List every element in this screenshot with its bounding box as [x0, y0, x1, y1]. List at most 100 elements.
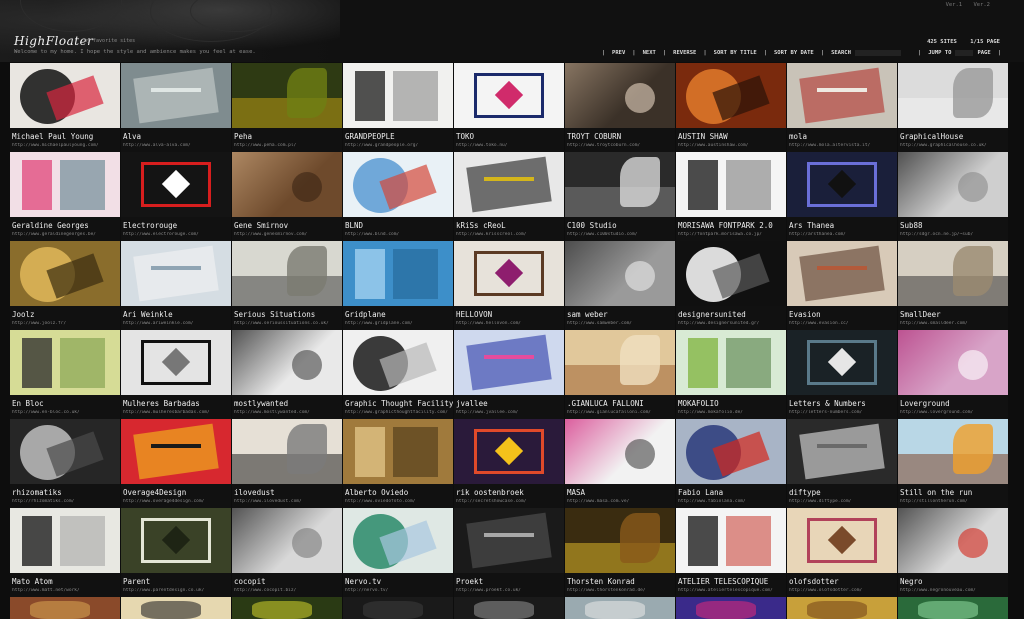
site-name[interactable]: TROYT COBURN — [567, 132, 675, 141]
site-name[interactable]: MORISAWA FONTPARK 2.0 — [678, 221, 786, 230]
site-card[interactable] — [232, 597, 342, 619]
site-thumbnail[interactable] — [454, 597, 564, 619]
site-url[interactable]: http://stillontherun.com/ — [900, 499, 1008, 504]
site-thumbnail[interactable] — [676, 508, 786, 573]
site-thumbnail[interactable] — [343, 597, 453, 619]
site-url[interactable]: http://www.en-bloc.co.uk/ — [12, 410, 120, 415]
site-url[interactable]: http://www.peha.com.pl/ — [234, 143, 342, 148]
site-url[interactable]: http://www.samweber.com/ — [567, 321, 675, 326]
site-name[interactable]: En Bloc — [12, 399, 120, 408]
site-name[interactable]: Evasion — [789, 310, 897, 319]
site-url[interactable]: http://www.matt.net/work/ — [12, 588, 120, 593]
site-name[interactable]: Thorsten Konrad — [567, 577, 675, 586]
site-thumbnail[interactable] — [10, 241, 120, 306]
site-thumbnail[interactable] — [232, 63, 342, 128]
site-name[interactable]: rik oostenbroek — [456, 488, 564, 497]
site-thumbnail[interactable] — [787, 330, 897, 395]
site-thumbnail[interactable] — [787, 597, 897, 619]
site-url[interactable]: http://www.overage4design.com/ — [123, 499, 231, 504]
site-url[interactable]: http://letters-numbers.com/ — [789, 410, 897, 415]
site-thumbnail[interactable] — [121, 152, 231, 217]
site-name[interactable]: Joolz — [12, 310, 120, 319]
site-card[interactable]: ATELIER TELESCOPIQUE http://www.atelierte… — [676, 508, 786, 597]
site-name[interactable]: Graphic Thought Facility — [345, 399, 453, 408]
site-url[interactable]: http://www.mola.altervista.it/ — [789, 143, 897, 148]
site-card[interactable]: rhizomatiks http://rhizomatiks.com/ — [10, 419, 120, 508]
jump-to-page-input[interactable] — [955, 50, 974, 56]
site-name[interactable]: Ars Thanea — [789, 221, 897, 230]
site-thumbnail[interactable] — [898, 508, 1008, 573]
site-url[interactable]: http://www.mokafolio.de/ — [678, 410, 786, 415]
site-thumbnail[interactable] — [121, 330, 231, 395]
site-thumbnail[interactable] — [676, 152, 786, 217]
site-url[interactable]: http://www.ariweinkle.com/ — [123, 321, 231, 326]
site-name[interactable]: Peha — [234, 132, 342, 141]
site-thumbnail[interactable] — [343, 63, 453, 128]
sort-by-date-button[interactable]: SORT BY DATE — [774, 50, 814, 56]
site-name[interactable]: MASA — [567, 488, 675, 497]
site-card[interactable] — [343, 597, 453, 619]
site-url[interactable]: http://www.gianlucafalloni.com/ — [567, 410, 675, 415]
site-thumbnail[interactable] — [232, 597, 342, 619]
site-name[interactable]: Alberto Oviedo — [345, 488, 453, 497]
site-url[interactable]: http://www.austinshaw.com/ — [678, 143, 786, 148]
site-thumbnail[interactable] — [565, 597, 675, 619]
site-card[interactable]: MASA http://www.masa.com.ve/ — [565, 419, 675, 508]
site-name[interactable]: SmallDeer — [900, 310, 1008, 319]
site-card[interactable]: Joolz http://www.joolz.fr/ — [10, 241, 120, 330]
site-name[interactable]: cocopit — [234, 577, 342, 586]
site-url[interactable]: http://www.smalldeer.com/ — [900, 321, 1008, 326]
site-thumbnail[interactable] — [565, 508, 675, 573]
site-url[interactable]: http://www.troytcoburn.com/ — [567, 143, 675, 148]
site-thumbnail[interactable] — [10, 152, 120, 217]
site-name[interactable]: sam weber — [567, 310, 675, 319]
site-thumbnail[interactable] — [121, 63, 231, 128]
site-thumbnail[interactable] — [787, 152, 897, 217]
site-card[interactable]: .GIANLUCA FALLONI http://www.gianlucafall… — [565, 330, 675, 419]
site-card[interactable]: mostlywanted http://www.mostlywanted.com/ — [232, 330, 342, 419]
site-name[interactable]: Gene Smirnov — [234, 221, 342, 230]
site-thumbnail[interactable] — [10, 419, 120, 484]
site-card[interactable]: C100 Studio http://www.c100studio.com/ — [565, 152, 675, 241]
site-name[interactable]: Negro — [900, 577, 1008, 586]
prev-button[interactable]: PREV — [612, 50, 625, 56]
site-card[interactable]: Nervo.tv http://nervo.tv/ — [343, 508, 453, 597]
site-name[interactable]: Mulheres Barbadas — [123, 399, 231, 408]
site-name[interactable]: Nervo.tv — [345, 577, 453, 586]
site-card[interactable]: TROYT COBURN http://www.troytcoburn.com/ — [565, 63, 675, 152]
site-name[interactable]: C100 Studio — [567, 221, 675, 230]
site-card[interactable] — [10, 597, 120, 619]
site-thumbnail[interactable] — [898, 597, 1008, 619]
site-url[interactable]: http://www.fabiolana.com/ — [678, 499, 786, 504]
site-url[interactable]: http://www.parentdesign.co.uk/ — [123, 588, 231, 593]
site-thumbnail[interactable] — [232, 419, 342, 484]
site-card[interactable]: BLND http://www.blnd.com/ — [343, 152, 453, 241]
site-card[interactable]: Letters & Numbers http://letters-numbers.… — [787, 330, 897, 419]
site-url[interactable]: http://www.graphicalhouse.co.uk/ — [900, 143, 1008, 148]
sort-by-title-button[interactable]: SORT BY TITLE — [714, 50, 757, 56]
site-card[interactable] — [121, 597, 231, 619]
site-url[interactable]: http://www.mulheresbarbadas.com/ — [123, 410, 231, 415]
site-card[interactable]: cocopit http://www.cocopit.biz/ — [232, 508, 342, 597]
site-url[interactable]: http://www.ateliertelescopique.com/ — [678, 588, 786, 593]
site-name[interactable]: Loverground — [900, 399, 1008, 408]
site-name[interactable]: HELLOVON — [456, 310, 564, 319]
site-card[interactable]: Serious Situations http://www.serioussitu… — [232, 241, 342, 330]
site-url[interactable]: http://www.oviedofoto.com/ — [345, 499, 453, 504]
site-thumbnail[interactable] — [232, 152, 342, 217]
site-thumbnail[interactable] — [232, 241, 342, 306]
site-card[interactable]: HELLOVON http://www.hellovon.com/ — [454, 241, 564, 330]
site-url[interactable]: http://arsthanea.com/ — [789, 232, 897, 237]
site-url[interactable]: http://www.mostlywanted.com/ — [234, 410, 342, 415]
site-thumbnail[interactable] — [565, 330, 675, 395]
site-card[interactable] — [454, 597, 564, 619]
site-name[interactable]: olofsdotter — [789, 577, 897, 586]
site-name[interactable]: Still on the run — [900, 488, 1008, 497]
site-card[interactable]: Alva http://www.alva-alva.com/ — [121, 63, 231, 152]
site-thumbnail[interactable] — [121, 597, 231, 619]
site-card[interactable]: mola http://www.mola.altervista.it/ — [787, 63, 897, 152]
site-url[interactable]: http://www.hellovon.com/ — [456, 321, 564, 326]
site-url[interactable]: http://fontpark.morisawa.co.jp/ — [678, 232, 786, 237]
site-thumbnail[interactable] — [10, 597, 120, 619]
site-logo[interactable]: HighFloater — [14, 34, 93, 48]
